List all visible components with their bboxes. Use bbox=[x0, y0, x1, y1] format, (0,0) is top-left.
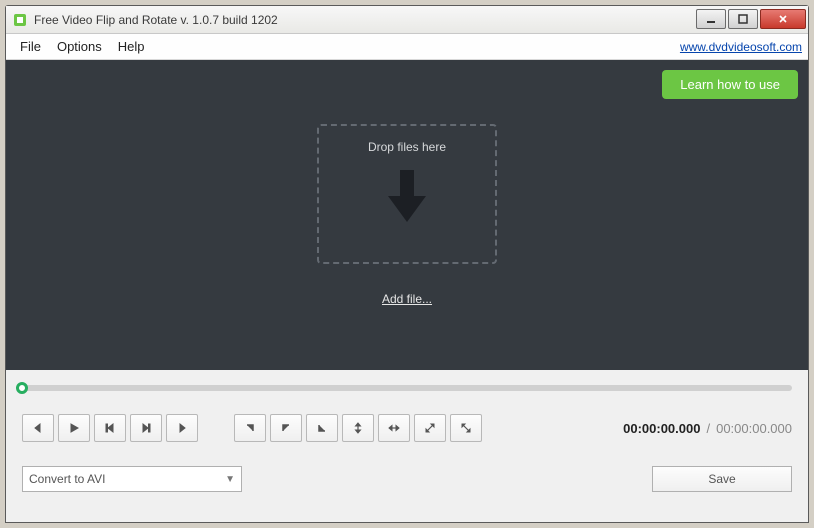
arrow-down-icon bbox=[384, 168, 430, 226]
flip-vertical-button[interactable] bbox=[342, 414, 374, 442]
toolbar: 00:00:00.000 / 00:00:00.000 bbox=[6, 396, 808, 450]
preview-area: Learn how to use Drop files here Add fil… bbox=[6, 60, 808, 370]
titlebar: Free Video Flip and Rotate v. 1.0.7 buil… bbox=[6, 6, 808, 34]
app-window: Free Video Flip and Rotate v. 1.0.7 buil… bbox=[5, 5, 809, 523]
menubar: File Options Help www.dvdvideosoft.com bbox=[6, 34, 808, 60]
menu-options[interactable]: Options bbox=[49, 37, 110, 56]
window-controls bbox=[696, 11, 808, 29]
menu-help[interactable]: Help bbox=[110, 37, 153, 56]
timecode-separator: / bbox=[706, 421, 710, 436]
save-button[interactable]: Save bbox=[652, 466, 792, 492]
seek-thumb[interactable] bbox=[16, 382, 28, 394]
flip-diagonal-2-button[interactable] bbox=[450, 414, 482, 442]
drop-zone[interactable]: Drop files here bbox=[317, 124, 497, 264]
menu-file[interactable]: File bbox=[12, 37, 49, 56]
rotate-left-90-button[interactable] bbox=[234, 414, 266, 442]
add-file-link[interactable]: Add file... bbox=[382, 292, 432, 306]
timecode-current: 00:00:00.000 bbox=[623, 421, 700, 436]
window-title: Free Video Flip and Rotate v. 1.0.7 buil… bbox=[34, 13, 696, 27]
step-forward-button[interactable] bbox=[166, 414, 198, 442]
output-format-value: Convert to AVI bbox=[29, 472, 105, 486]
rotate-right-90-button[interactable] bbox=[270, 414, 302, 442]
site-link[interactable]: www.dvdvideosoft.com bbox=[680, 40, 802, 54]
rotate-180-button[interactable] bbox=[306, 414, 338, 442]
learn-how-to-use-button[interactable]: Learn how to use bbox=[662, 70, 798, 99]
minimize-button[interactable] bbox=[696, 9, 726, 29]
output-format-select[interactable]: Convert to AVI ▼ bbox=[22, 466, 242, 492]
drop-zone-label: Drop files here bbox=[368, 140, 446, 154]
prev-frame-button[interactable] bbox=[94, 414, 126, 442]
seekbar bbox=[6, 370, 808, 396]
bottom-bar: Convert to AVI ▼ Save bbox=[6, 450, 808, 504]
play-button[interactable] bbox=[58, 414, 90, 442]
close-button[interactable] bbox=[760, 9, 806, 29]
flip-horizontal-button[interactable] bbox=[378, 414, 410, 442]
next-frame-button[interactable] bbox=[130, 414, 162, 442]
step-back-button[interactable] bbox=[22, 414, 54, 442]
chevron-down-icon: ▼ bbox=[225, 474, 235, 485]
flip-diagonal-1-button[interactable] bbox=[414, 414, 446, 442]
timecode-total: 00:00:00.000 bbox=[716, 421, 792, 436]
app-icon bbox=[12, 12, 28, 28]
seek-track[interactable] bbox=[22, 385, 792, 391]
maximize-button[interactable] bbox=[728, 9, 758, 29]
timecode: 00:00:00.000 / 00:00:00.000 bbox=[623, 421, 792, 436]
